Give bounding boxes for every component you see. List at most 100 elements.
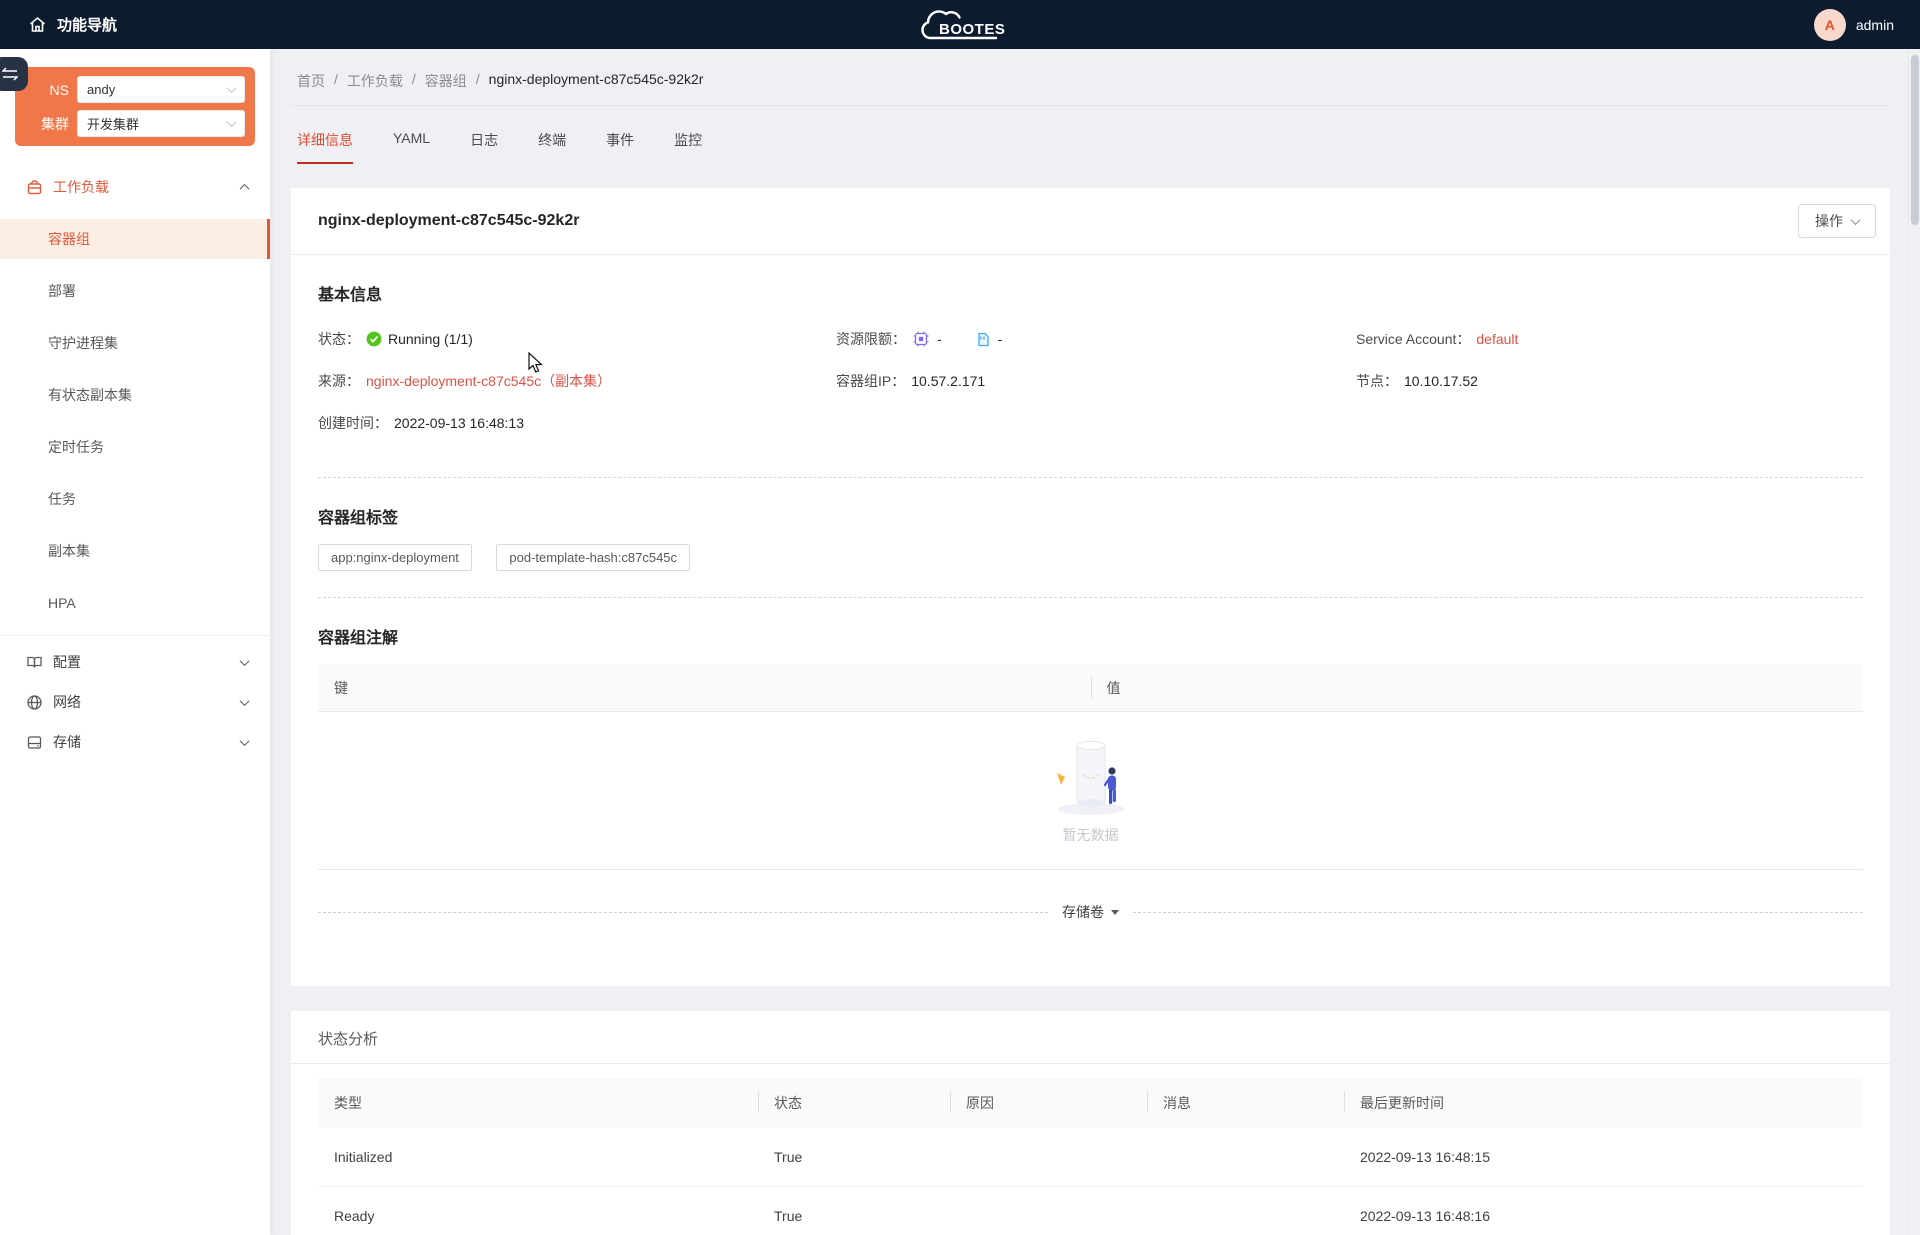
sidebar-group-network[interactable]: 网络 [0, 682, 270, 722]
service-account-link[interactable]: default [1476, 331, 1518, 347]
cell-updated: 2022-09-13 16:48:16 [1344, 1208, 1863, 1224]
table-row: Initialized True 2022-09-13 16:48:15 [318, 1128, 1863, 1187]
volumes-toggle[interactable]: 存储卷 [1062, 902, 1119, 922]
quota-mem-value: - [998, 331, 1003, 347]
label-tag: pod-template-hash:c87c545c [496, 544, 690, 571]
cell-type: Initialized [318, 1149, 758, 1165]
source-link[interactable]: nginx-deployment-c87c545c（副本集） [366, 371, 611, 391]
table-row: Ready True 2022-09-13 16:48:16 [318, 1187, 1863, 1235]
column-message: 消息 [1147, 1093, 1344, 1113]
sidebar-item-label: 容器组 [48, 229, 90, 249]
breadcrumb: 首页 / 工作负载 / 容器组 / nginx-deployment-c87c5… [291, 49, 1890, 106]
sidebar-item-replicasets[interactable]: 副本集 [0, 531, 270, 571]
created-value: 2022-09-13 16:48:13 [394, 415, 524, 431]
cluster-select[interactable]: 开发集群 [77, 110, 245, 137]
page-title: nginx-deployment-c87c545c-92k2r [318, 212, 579, 230]
status-analysis-table: 类型 状态 原因 消息 最后更新时间 Initialized True 2022… [318, 1078, 1863, 1235]
pod-labels-heading: 容器组标签 [318, 504, 1863, 528]
memory-icon [974, 331, 991, 348]
source-field: 来源： nginx-deployment-c87c545c（副本集） [318, 371, 836, 391]
storage-icon [26, 734, 43, 751]
cpu-icon [912, 330, 930, 348]
home-icon [28, 15, 47, 34]
status-analysis-heading: 状态分析 [291, 1011, 1890, 1064]
breadcrumb-home[interactable]: 首页 [297, 71, 325, 91]
chevron-down-icon [227, 83, 237, 93]
action-dropdown-button[interactable]: 操作 [1798, 204, 1876, 238]
bootes-logo: BOOTES [914, 5, 1006, 45]
pod-ip-value: 10.57.2.171 [911, 373, 985, 389]
pod-title-row: nginx-deployment-c87c545c-92k2r 操作 [291, 188, 1890, 255]
breadcrumb-pods[interactable]: 容器组 [425, 71, 467, 91]
tab-events[interactable]: 事件 [606, 130, 634, 164]
tab-bar: 详细信息 YAML 日志 终端 事件 监控 [297, 106, 1920, 164]
column-type: 类型 [318, 1093, 758, 1113]
sidebar-group-label: 配置 [53, 652, 81, 672]
sidebar-item-pods[interactable]: 容器组 [0, 219, 270, 259]
sidebar-group-label: 网络 [53, 692, 81, 712]
sidebar-item-label: 副本集 [48, 541, 90, 561]
avatar: A [1814, 9, 1846, 41]
sidebar-group-workload[interactable]: 工作负载 [0, 167, 270, 207]
top-header: 功能导航 BOOTES A admin [0, 0, 1920, 49]
sidebar-group-storage[interactable]: 存储 [0, 722, 270, 762]
nav-home-label: 功能导航 [57, 14, 117, 35]
breadcrumb-separator: / [476, 71, 480, 91]
basic-info-grid: 状态： Running (1/1) 资源限额： [318, 329, 1863, 433]
namespace-panel: NS andy 集群 开发集群 [15, 67, 255, 146]
tab-yaml[interactable]: YAML [393, 130, 430, 164]
node-value: 10.10.17.52 [1404, 373, 1478, 389]
section-divider [318, 597, 1863, 598]
pod-annotations-section: 容器组注解 键 值 [291, 624, 1890, 870]
sidebar-item-statefulsets[interactable]: 有状态副本集 [0, 375, 270, 415]
service-account-label: Service Account： [1356, 329, 1470, 349]
sidebar-group-label: 存储 [53, 732, 81, 752]
username: admin [1856, 17, 1894, 33]
pod-ip-label: 容器组IP： [836, 371, 905, 391]
swap-arrows-icon [2, 67, 18, 81]
sidebar-item-label: 部署 [48, 281, 76, 301]
sidebar-group-config[interactable]: 配置 [0, 642, 270, 682]
cell-updated: 2022-09-13 16:48:15 [1344, 1149, 1863, 1165]
sidebar-item-jobs[interactable]: 任务 [0, 479, 270, 519]
page-scrollbar[interactable] [1908, 49, 1920, 1235]
book-icon [26, 654, 43, 671]
tab-details[interactable]: 详细信息 [297, 130, 353, 164]
user-menu[interactable]: A admin [1814, 0, 1894, 49]
sidebar-item-hpa[interactable]: HPA [0, 583, 270, 623]
scrollbar-thumb[interactable] [1911, 55, 1919, 225]
sidebar-item-cronjobs[interactable]: 定时任务 [0, 427, 270, 467]
quota-field: 资源限额： - [836, 329, 1356, 349]
nav-home[interactable]: 功能导航 [28, 0, 117, 49]
status-field: 状态： Running (1/1) [318, 329, 836, 349]
tab-logs[interactable]: 日志 [470, 130, 498, 164]
status-label: 状态： [318, 329, 360, 349]
quota-label: 资源限额： [836, 329, 906, 349]
sidebar-item-deployments[interactable]: 部署 [0, 271, 270, 311]
sidebar-item-label: 守护进程集 [48, 333, 118, 353]
sidebar-item-label: 有状态副本集 [48, 385, 132, 405]
tab-monitor[interactable]: 监控 [674, 130, 702, 164]
label-tag: app:nginx-deployment [318, 544, 472, 571]
pod-ip-field: 容器组IP： 10.57.2.171 [836, 371, 1356, 391]
breadcrumb-workload[interactable]: 工作负载 [347, 71, 403, 91]
empty-state-text: 暂无数据 [1063, 825, 1119, 845]
status-value: Running (1/1) [388, 331, 473, 347]
namespace-select[interactable]: andy [77, 76, 245, 103]
section-divider [318, 477, 1863, 478]
sidebar-collapse-button[interactable] [0, 57, 28, 91]
sidebar-item-daemonsets[interactable]: 守护进程集 [0, 323, 270, 363]
volumes-toggle-row: 存储卷 [318, 902, 1863, 922]
chevron-up-icon [240, 183, 250, 193]
breadcrumb-current: nginx-deployment-c87c545c-92k2r [489, 71, 704, 91]
sidebar-item-label: 定时任务 [48, 437, 104, 457]
tab-terminal[interactable]: 终端 [538, 130, 566, 164]
breadcrumb-separator: / [412, 71, 416, 91]
chevron-down-icon [227, 117, 237, 127]
main-area: 首页 / 工作负载 / 容器组 / nginx-deployment-c87c5… [270, 49, 1920, 1235]
status-table-header: 类型 状态 原因 消息 最后更新时间 [318, 1078, 1863, 1128]
column-status: 状态 [758, 1093, 950, 1113]
annotations-table: 键 值 [318, 664, 1863, 870]
namespace-select-value: andy [87, 82, 115, 97]
cluster-select-value: 开发集群 [87, 114, 139, 133]
